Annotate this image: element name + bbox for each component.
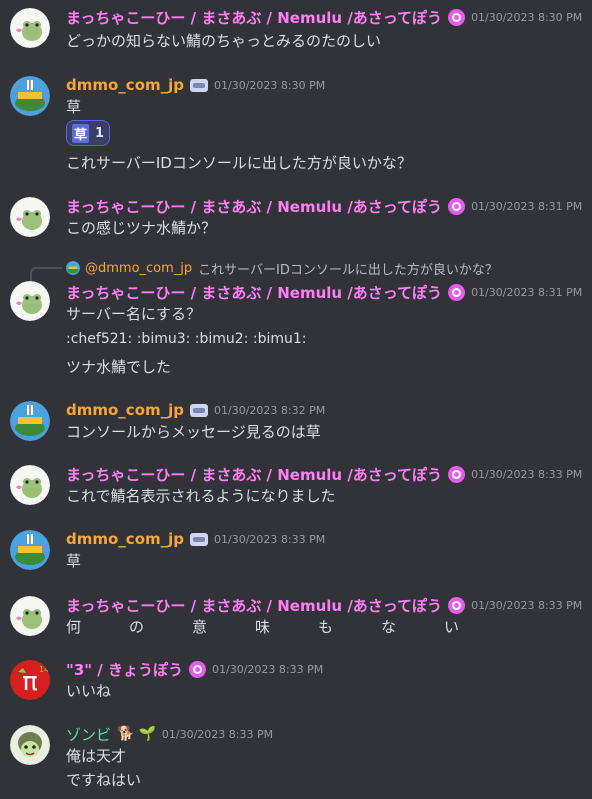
username[interactable]: まっちゃこーひー / まさあぶ / Nemulu /あさってぽう [66,464,442,485]
username[interactable]: まっちゃこーひー / まさあぶ / Nemulu /あさってぽう [66,595,442,616]
reply-username: @dmmo_com_jp [85,260,193,276]
reaction-emoji: 草 [71,123,89,143]
role-badge-icon [448,8,466,26]
message-header: dmmo_com_jp 01/30/2023 8:33 PM [66,528,325,550]
message-header: dmmo_com_jp 01/30/2023 8:32 PM [66,399,325,421]
bot-chip-icon [190,403,209,417]
sprout-emoji-icon: 🌱 [138,726,156,742]
message-text: 俺は天才 [66,747,127,765]
timestamp: 01/30/2023 8:31 PM [471,285,583,299]
timestamp: 01/30/2023 8:33 PM [161,727,274,741]
message-text: この感じツナ水鯖か？ [66,219,217,237]
message-text: いいね [66,682,112,700]
reply-preview[interactable]: @dmmo_com_jp これサーバーIDコンソールに出した方が良いかな？ [66,259,498,278]
timestamp: 01/30/2023 8:33 PM [214,532,326,546]
timestamp: 01/30/2023 8:30 PM [471,10,583,24]
message-header: まっちゃこーひー / まさあぶ / Nemulu /あさってぽう 01/30/2… [66,281,582,303]
avatar-zombie[interactable] [10,725,50,765]
username[interactable]: dmmo_com_jp [66,76,184,94]
message-header: ゾンビ 🐕 🌱 01/30/2023 8:33 PM [66,723,273,745]
timestamp: 01/30/2023 8:31 PM [471,199,583,213]
message-text: ツナ水鯖でした [66,358,172,376]
role-badge-icon [189,660,206,678]
shiba-emoji-icon: 🐕 [117,726,135,742]
avatar-map[interactable] [10,401,50,441]
message-text: コンソールからメッセージ見るのは草 [66,423,321,441]
username[interactable]: まっちゃこーひー / まさあぶ / Nemulu /あさってぽう [66,196,442,217]
message-text: 草 [66,98,82,116]
message-text: 何の意味もない [66,618,508,636]
timestamp: 01/30/2023 8:32 PM [214,403,326,417]
reaction-button[interactable]: 草 1 [66,120,110,146]
role-badge-icon [448,596,466,614]
message-text: ですねはい [66,771,142,789]
bot-chip-icon [190,78,209,92]
message-text: サーバー名にする？ [66,305,202,323]
timestamp: 01/30/2023 8:33 PM [471,598,583,612]
username[interactable]: dmmo_com_jp [66,530,184,548]
avatar-frog[interactable] [10,8,50,48]
avatar-frog[interactable] [10,197,50,237]
bot-chip-icon [190,532,209,546]
svg-text:14: 14 [39,665,49,674]
message-text: どっかの知らない鯖のちゃっとみるのたのしい [66,32,382,50]
message-header: "3" / きょうぽう 01/30/2023 8:33 PM [66,658,323,680]
avatar-frog[interactable] [10,465,50,505]
username[interactable]: "3" / きょうぽう [66,659,183,680]
message-text: これサーバーIDコンソールに出した方が良いかな？ [66,154,412,172]
message-text: :chef521: :bimu3: :bimu2: :bimu1: [66,331,307,347]
username[interactable]: まっちゃこーひー / まさあぶ / Nemulu /あさってぽう [66,7,442,28]
role-badge-icon [448,465,466,483]
username[interactable]: dmmo_com_jp [66,401,184,419]
role-badge-icon [448,283,466,301]
message-header: まっちゃこーひー / まさあぶ / Nemulu /あさってぽう 01/30/2… [66,594,582,616]
username[interactable]: まっちゃこーひー / まさあぶ / Nemulu /あさってぽう [66,282,442,303]
timestamp: 01/30/2023 8:33 PM [212,662,324,676]
message-text: 草 [66,552,82,570]
timestamp: 01/30/2023 8:30 PM [214,78,326,92]
avatar-map[interactable] [10,76,50,116]
avatar-pi[interactable]: π 14 [10,660,50,700]
reply-spine [30,267,62,281]
message-header: dmmo_com_jp 01/30/2023 8:30 PM [66,74,325,96]
message-header: まっちゃこーひー / まさあぶ / Nemulu /あさってぽう 01/30/2… [66,463,582,485]
username[interactable]: ゾンビ [66,724,111,745]
reply-avatar-icon [66,261,80,275]
timestamp: 01/30/2023 8:33 PM [471,467,583,481]
message-header: まっちゃこーひー / まさあぶ / Nemulu /あさってぽう 01/30/2… [66,6,582,28]
message-header: まっちゃこーひー / まさあぶ / Nemulu /あさってぽう 01/30/2… [66,195,582,217]
reaction-count: 1 [94,125,105,141]
role-badge-icon [448,197,466,215]
avatar-frog[interactable] [10,596,50,636]
avatar-map[interactable] [10,530,50,570]
message-text: これで鯖名表示されるようになりました [66,487,336,505]
avatar-frog[interactable] [10,281,50,321]
reply-text: これサーバーIDコンソールに出した方が良いかな？ [198,262,498,278]
